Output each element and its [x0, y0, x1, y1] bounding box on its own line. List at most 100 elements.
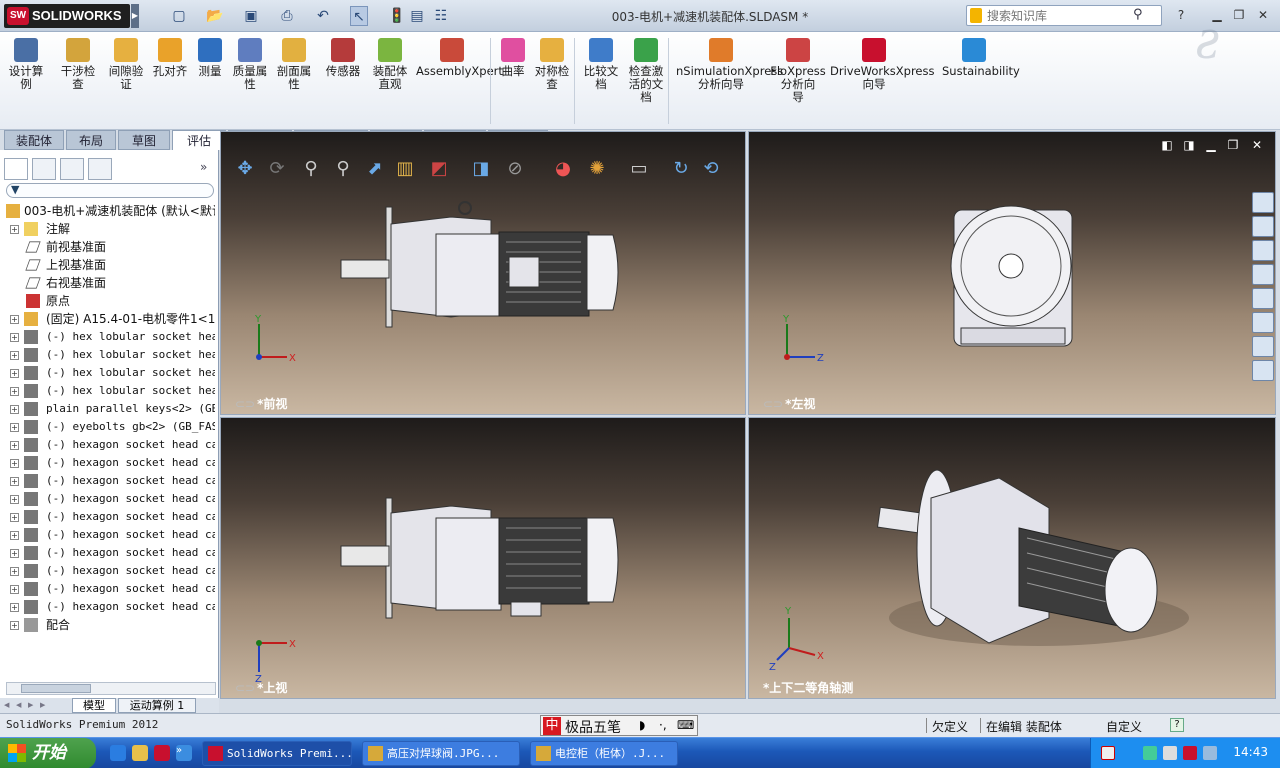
tree-item[interactable]: + 配合: [0, 616, 215, 634]
unit-system[interactable]: 自定义: [1106, 718, 1142, 735]
new-document-icon[interactable]: ▢: [170, 6, 188, 26]
section-view-icon[interactable]: ▥: [392, 156, 418, 182]
print-icon[interactable]: ⎙: [278, 6, 296, 26]
help-icon[interactable]: ?: [1170, 718, 1184, 732]
tree-item[interactable]: + (-) hexagon socket head cap: [0, 562, 215, 580]
search-source-icon[interactable]: [970, 8, 982, 23]
view-settings-icon[interactable]: ▭: [626, 156, 652, 182]
show-desktop-icon[interactable]: »: [176, 745, 192, 761]
viewport-isometric[interactable]: Y X Z *上下二等角轴测: [748, 417, 1276, 699]
punctuation-icon[interactable]: ·,: [659, 718, 667, 732]
options-icon[interactable]: ☷: [432, 6, 450, 26]
undo-icon[interactable]: ↶: [314, 6, 332, 26]
view-palette-icon[interactable]: [1252, 264, 1274, 285]
tree-item[interactable]: + (-) hexagon socket head cap: [0, 436, 215, 454]
tree-item[interactable]: + (-) hex lobular socket head: [0, 328, 215, 346]
expand-icon[interactable]: +: [10, 567, 19, 576]
tree-item[interactable]: + (固定) A15.4-01-电机零件1<1>: [0, 310, 215, 328]
link-views-icon[interactable]: ⊂⊃: [235, 397, 255, 411]
scroll-thumb[interactable]: [21, 684, 91, 693]
tree-item[interactable]: + (-) hex lobular socket head: [0, 382, 215, 400]
expand-icon[interactable]: +: [10, 459, 19, 468]
solidworks-logo[interactable]: SW SOLIDWORKS: [4, 4, 130, 28]
expand-icon[interactable]: +: [10, 351, 19, 360]
viewport-top[interactable]: Z X ⊂⊃ *上视: [220, 417, 746, 699]
expand-icon[interactable]: +: [10, 369, 19, 378]
ime-toolbar[interactable]: 中 极品五笔 ◗ ·, ⌨: [540, 715, 698, 736]
tree-item[interactable]: + plain parallel keys<2> (GB_C: [0, 400, 215, 418]
tree-item[interactable]: + (-) hexagon socket head cap: [0, 580, 215, 598]
cmd-interference-check-button[interactable]: 干涉检 查: [56, 38, 100, 91]
tree-item[interactable]: + (-) hex lobular socket head: [0, 346, 215, 364]
rotate-view-icon[interactable]: ↻: [668, 156, 694, 182]
expand-icon[interactable]: +: [10, 495, 19, 504]
cmd-assembly-visualization-button[interactable]: 装配体 直观: [366, 38, 414, 91]
panel-expand-icon[interactable]: »: [200, 160, 207, 174]
display-style-icon[interactable]: ⊘: [502, 156, 528, 182]
next-tab-icon[interactable]: ▶: [28, 699, 37, 711]
expand-icon[interactable]: +: [10, 513, 19, 522]
tab-model[interactable]: 模型: [72, 698, 116, 713]
soft-keyboard-icon[interactable]: ⌨: [677, 718, 694, 732]
tree-item[interactable]: + (-) hexagon socket head cap: [0, 544, 215, 562]
tree-item[interactable]: + (-) hexagon socket head cap: [0, 526, 215, 544]
taskbar-button[interactable]: 高压对焊球阀.JPG...: [362, 741, 520, 766]
tab-motion-study[interactable]: 运动算例 1: [118, 698, 196, 713]
ime-logo-icon[interactable]: 中: [543, 717, 561, 735]
taskbar-button[interactable]: 电控柜（柜体）.J...: [530, 741, 678, 766]
antivirus-icon[interactable]: [1203, 746, 1217, 760]
tree-item[interactable]: 右视基准面: [0, 274, 215, 292]
expand-icon[interactable]: +: [10, 531, 19, 540]
menu-expand-arrow[interactable]: ▶: [131, 4, 139, 28]
half-width-icon[interactable]: ◗: [639, 718, 645, 732]
network-icon[interactable]: [1143, 746, 1157, 760]
expand-icon[interactable]: +: [10, 477, 19, 486]
view-orientation-icon[interactable]: ◨: [468, 156, 494, 182]
custom-properties-icon[interactable]: [1252, 312, 1274, 333]
expand-icon[interactable]: +: [10, 549, 19, 558]
appearances-icon[interactable]: [1252, 288, 1274, 309]
explorer-icon[interactable]: [132, 745, 148, 761]
property-manager-tab-icon[interactable]: [32, 158, 56, 180]
design-library-icon[interactable]: [1252, 216, 1274, 237]
tree-root[interactable]: 003-电机+减速机装配体 (默认<默认: [0, 202, 215, 220]
cmd-section-properties-button[interactable]: 剖面属 性: [272, 38, 316, 91]
expand-icon[interactable]: +: [10, 423, 19, 432]
tab-1[interactable]: 布局: [66, 130, 116, 150]
start-button[interactable]: 开始: [0, 738, 96, 768]
volume-icon[interactable]: [1163, 746, 1177, 760]
search-box[interactable]: ⚲: [966, 5, 1162, 26]
search-icon[interactable]: ⚲: [1133, 7, 1143, 22]
tree-item[interactable]: 上视基准面: [0, 256, 215, 274]
display-manager-tab-icon[interactable]: [88, 158, 112, 180]
search-input[interactable]: [987, 7, 1137, 24]
tab-3[interactable]: 评估: [172, 130, 226, 150]
tree-item[interactable]: + (-) hex lobular socket head: [0, 364, 215, 382]
cmd-symmetry-check-button[interactable]: 对称检 查: [530, 38, 574, 91]
tree-filter[interactable]: ▼: [6, 183, 214, 198]
sw-tray-icon[interactable]: [1183, 746, 1197, 760]
configuration-manager-tab-icon[interactable]: [60, 158, 84, 180]
ie-icon[interactable]: [110, 745, 126, 761]
cmd-simulationxpress-button[interactable]: nSimulationXpress 分析向导: [676, 38, 783, 91]
close-icon[interactable]: ✕: [1248, 137, 1266, 153]
expand-icon[interactable]: +: [10, 405, 19, 414]
last-tab-icon[interactable]: ▶: [40, 699, 49, 711]
appearance-icon[interactable]: ◕: [550, 156, 576, 182]
save-icon[interactable]: ▣: [242, 6, 260, 26]
tab-0[interactable]: 装配体: [4, 130, 64, 150]
forum-icon[interactable]: [1252, 360, 1274, 381]
cmd-sensor-button[interactable]: 传感器: [322, 38, 364, 78]
tree-item[interactable]: 前视基准面: [0, 238, 215, 256]
cmd-curvature-button[interactable]: 曲率: [496, 38, 530, 78]
previous-view-icon[interactable]: ⬈: [362, 156, 388, 182]
cmd-design-table-button[interactable]: 设计算 例: [6, 38, 46, 91]
cmd-assemblyxpert-button[interactable]: AssemblyXpert: [416, 38, 503, 78]
help-button[interactable]: ?: [1172, 7, 1190, 23]
tree-item[interactable]: + 注解: [0, 220, 215, 238]
link-views-icon[interactable]: ⊂⊃: [763, 397, 783, 411]
pan-icon[interactable]: ✥: [232, 156, 258, 182]
viewport-left[interactable]: Y Z ⊂⊃ *左视: [748, 131, 1276, 415]
expand-icon[interactable]: +: [10, 333, 19, 342]
cmd-floxpress-button[interactable]: FloXpress 分析向 导: [770, 38, 826, 104]
